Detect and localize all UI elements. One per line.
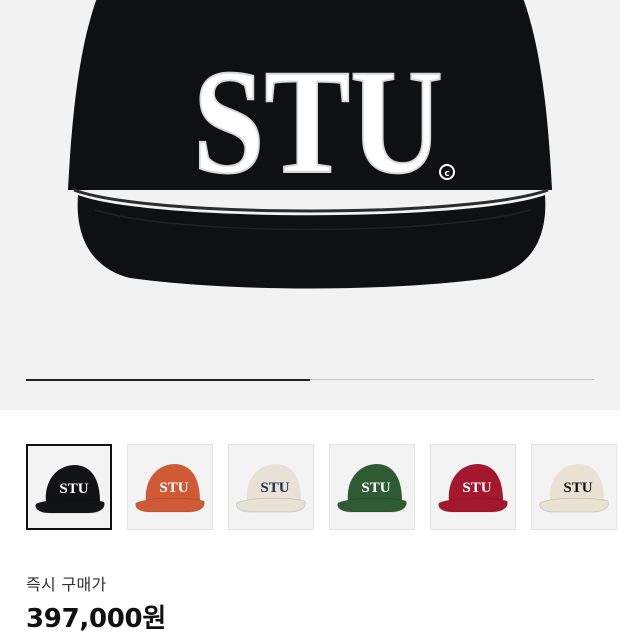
thumbnail-logo-text: STU — [59, 481, 88, 497]
thumbnail-logo-text: STU — [563, 480, 592, 496]
hero-logo-text: STU — [193, 39, 443, 205]
cap-thumbnail-icon: STU — [135, 464, 205, 513]
hero-cap-image: STU c — [68, 0, 552, 289]
gallery-progress-bar — [26, 378, 594, 381]
svg-text:c: c — [444, 169, 449, 179]
thumbnail-logo-text: STU — [462, 480, 491, 496]
cap-thumbnail-icon: STU — [236, 464, 306, 513]
cap-thumbnail-icon: STU — [539, 464, 609, 513]
color-thumbnail-4[interactable]: STU — [329, 444, 415, 530]
gallery-progress-indicator — [26, 378, 310, 381]
thumbnail-logo-text: STU — [159, 480, 188, 496]
color-thumbnail-6[interactable]: STU — [531, 444, 617, 530]
color-thumbnail-1[interactable]: STU — [26, 444, 112, 530]
cap-thumbnail-icon: STU — [337, 464, 407, 513]
color-thumbnail-2[interactable]: STU — [127, 444, 213, 530]
cap-thumbnail-icon: STU — [35, 465, 105, 514]
color-thumbnail-5[interactable]: STU — [430, 444, 516, 530]
product-image-gallery[interactable]: STU c — [0, 0, 620, 410]
instant-buy-price: 397,000원 — [26, 604, 166, 634]
instant-buy-price-label: 즉시 구매가 — [26, 575, 107, 594]
color-thumbnail-3[interactable]: STU — [228, 444, 314, 530]
thumbnail-logo-text: STU — [361, 480, 390, 496]
color-variant-thumbnails: STU STU STU STU STU STU — [26, 444, 620, 532]
cap-thumbnail-icon: STU — [438, 464, 508, 513]
thumbnail-logo-text: STU — [260, 480, 289, 496]
